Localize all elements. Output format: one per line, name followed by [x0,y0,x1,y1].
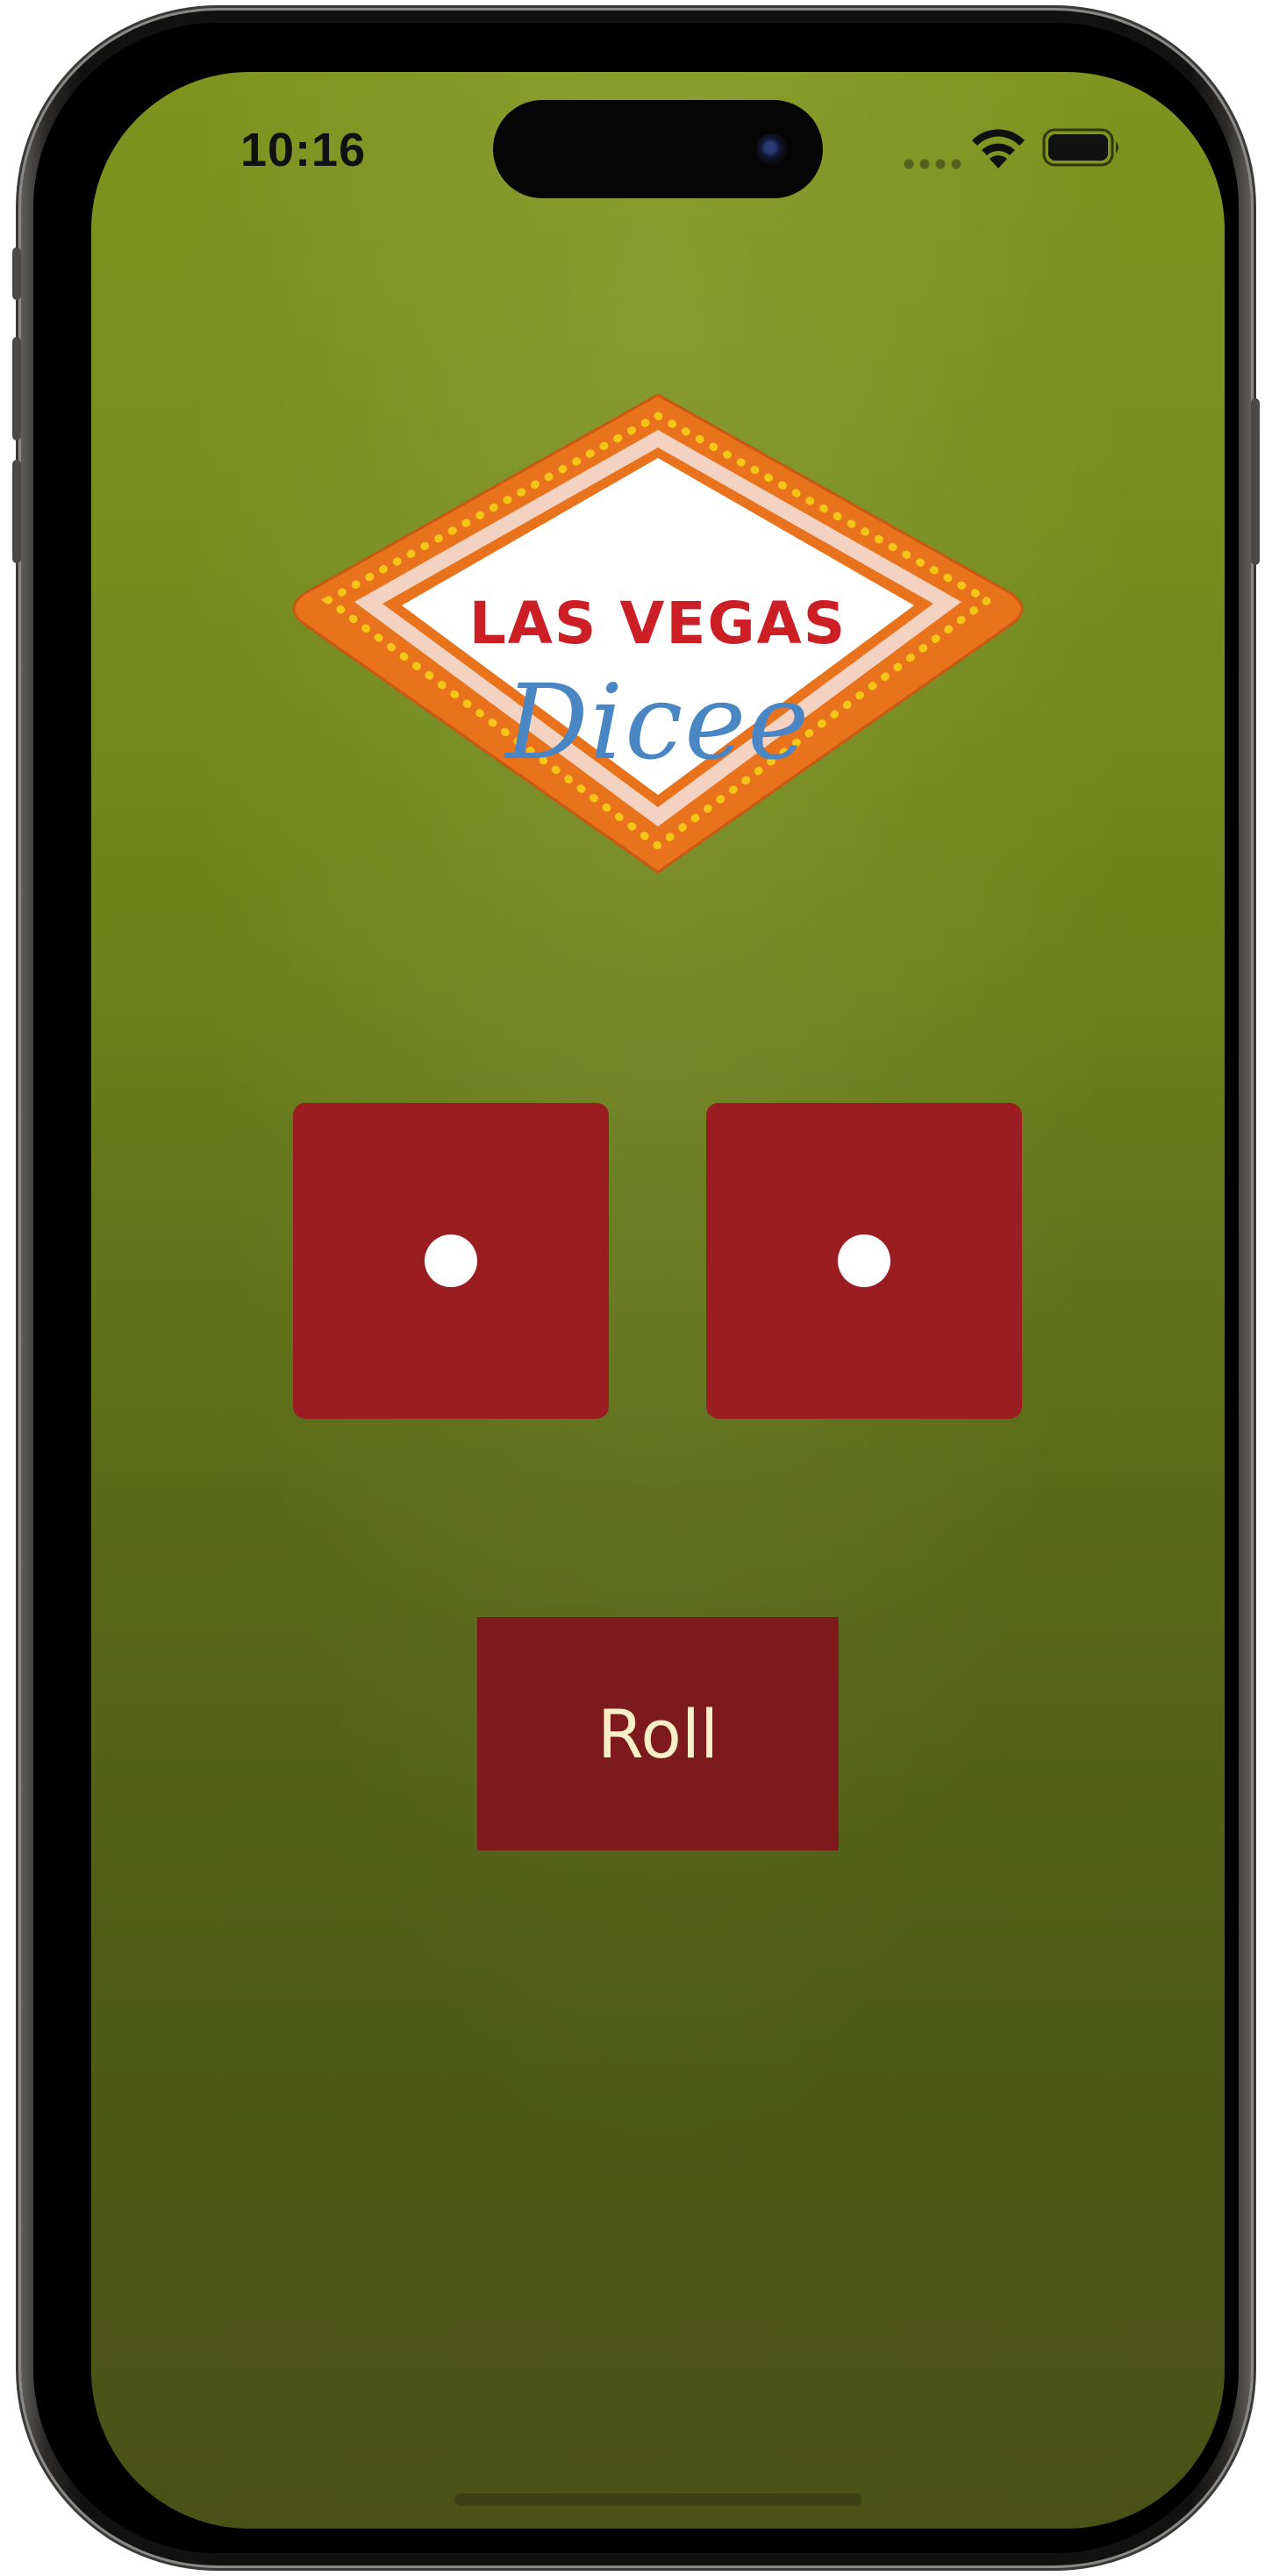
las-vegas-dicee-logo: LAS VEGAS Dicee [286,390,1030,881]
roll-button[interactable]: Roll [477,1617,839,1850]
wifi-icon [972,129,1025,168]
die-pip [425,1234,477,1287]
left-die [293,1103,609,1419]
volume-down-button [12,460,21,563]
die-pip [838,1234,890,1287]
logo-title: LAS VEGAS [468,590,847,657]
home-indicator[interactable] [454,2494,861,2506]
phone-frame: 10:16 LAS VEGAS Dicee Roll [12,11,1260,2565]
battery-icon [1042,128,1118,167]
volume-up-button [12,337,21,440]
right-die [706,1103,1022,1419]
dynamic-island [493,100,823,198]
action-button [12,247,21,300]
logo-subtitle: Dicee [504,662,811,783]
front-camera-icon [756,133,788,165]
power-button [1251,398,1260,565]
status-time: 10:16 [240,124,367,176]
signal-dots-icon [904,159,961,169]
app-screen: 10:16 LAS VEGAS Dicee Roll [91,72,1225,2529]
